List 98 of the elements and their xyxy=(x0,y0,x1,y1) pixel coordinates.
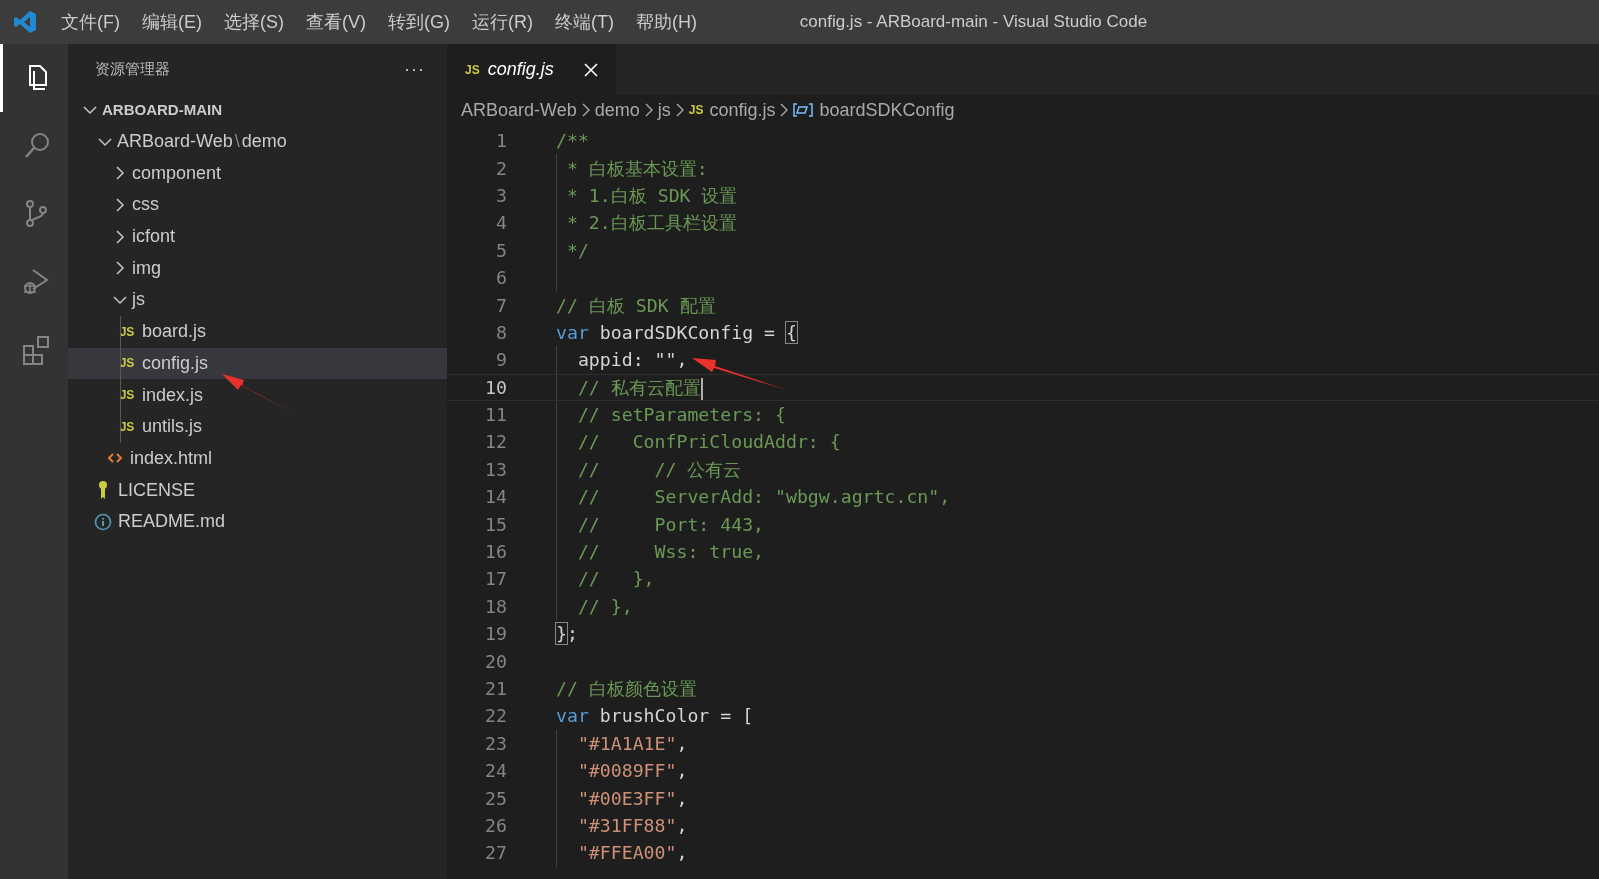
code-line: "#0089FF", xyxy=(576,760,688,782)
sidebar-title: 资源管理器 xyxy=(95,59,170,79)
code-line: "#1A1A1E", xyxy=(576,732,688,754)
code-line: // 私有云配置 xyxy=(576,375,703,400)
info-icon xyxy=(94,512,112,531)
code-line: // Port: 443, xyxy=(576,513,765,535)
menu-item[interactable]: 查看(V) xyxy=(295,10,377,34)
line-number: 6 xyxy=(495,267,507,289)
chevron-icon xyxy=(580,102,591,118)
line-number: 25 xyxy=(484,787,507,809)
line-number: 10 xyxy=(484,376,507,398)
line-number: 1 xyxy=(495,130,507,152)
menu-item[interactable]: 编辑(E) xyxy=(131,10,213,34)
menu-item[interactable]: 帮助(H) xyxy=(624,10,708,34)
menu-item[interactable]: 文件(F) xyxy=(50,10,131,34)
chevron-icon xyxy=(674,102,685,118)
key-icon xyxy=(97,480,109,501)
breadcrumb-item[interactable]: demo xyxy=(594,99,640,121)
js-file-icon: JS xyxy=(119,388,135,403)
code-line: // ServerAdd: "wbgw.agrtc.cn", xyxy=(576,486,951,508)
tree-item[interactable]: JS index.js xyxy=(68,379,447,411)
code-line: */ xyxy=(565,239,589,261)
code-line: var brushColor = [ xyxy=(556,705,754,727)
code-line: // setParameters: { xyxy=(576,404,786,426)
tree-item[interactable]: README.md xyxy=(68,505,447,538)
menu-item[interactable]: 运行(R) xyxy=(461,10,544,34)
tree-item[interactable]: ARBoard-Web\demo xyxy=(68,125,447,158)
tree-item[interactable]: JS config.js xyxy=(68,347,447,380)
tree-item[interactable]: img xyxy=(68,252,447,285)
line-number: 19 xyxy=(484,623,507,645)
tree-item[interactable]: js xyxy=(68,284,447,316)
code-line: // 白板 SDK 配置 xyxy=(556,293,716,318)
code-line: "#00E3FF", xyxy=(576,787,688,809)
code-line: // Wss: true, xyxy=(576,541,765,563)
breadcrumb-item[interactable]: ARBoard-Web xyxy=(461,99,577,121)
line-number: 21 xyxy=(484,678,507,699)
js-file-icon: JS xyxy=(688,103,704,117)
breadcrumb-item[interactable]: js xyxy=(657,99,671,121)
line-number: 15 xyxy=(484,513,507,535)
breadcrumb-item[interactable]: config.js xyxy=(709,99,776,121)
code-line: // }, xyxy=(576,595,633,617)
code-line: appid: "", xyxy=(576,349,688,371)
js-file-icon: JS xyxy=(465,62,480,77)
code-line: // }, xyxy=(576,568,655,590)
menu-item[interactable]: 选择(S) xyxy=(213,10,295,34)
line-number: 3 xyxy=(495,184,507,206)
line-number: 18 xyxy=(484,595,507,617)
breadcrumb-item[interactable]: boardSDKConfig xyxy=(819,99,955,121)
close-icon[interactable] xyxy=(583,62,598,77)
js-file-icon: JS xyxy=(119,356,135,371)
editor-tab[interactable]: JS config.js xyxy=(447,44,616,95)
js-file-icon: JS xyxy=(119,324,135,339)
line-number: 23 xyxy=(484,732,507,754)
tree-item[interactable]: JS board.js xyxy=(68,315,447,348)
code-line: var boardSDKConfig = { xyxy=(556,321,797,343)
menu-item[interactable]: 终端(T) xyxy=(544,10,625,34)
tree-item[interactable]: JS untils.js xyxy=(68,410,447,443)
line-number: 27 xyxy=(484,842,507,864)
line-number: 9 xyxy=(495,349,507,371)
line-number: 17 xyxy=(484,568,507,590)
line-number: 8 xyxy=(495,321,507,343)
chevron-icon xyxy=(779,102,790,118)
code-line: * 2.白板工具栏设置 xyxy=(565,211,737,236)
line-number: 5 xyxy=(495,239,507,261)
code-line: * 1.白板 SDK 设置 xyxy=(565,183,738,208)
tree-item[interactable]: css xyxy=(68,189,447,221)
code-line: /** xyxy=(556,130,589,152)
line-number: 4 xyxy=(495,212,507,234)
line-number: 14 xyxy=(484,486,507,508)
more-actions-button[interactable]: ··· xyxy=(404,58,425,80)
chevron-icon xyxy=(643,102,654,118)
line-number: 24 xyxy=(484,760,507,782)
line-number: 13 xyxy=(484,458,507,480)
window-title: config.js - ARBoard-main - Visual Studio Code xyxy=(798,12,1149,32)
line-number: 12 xyxy=(484,431,507,453)
line-number: 22 xyxy=(484,705,507,727)
code-line: * 白板基本设置: xyxy=(565,156,708,181)
line-number: 7 xyxy=(495,294,507,316)
vscode-logo-icon xyxy=(13,10,37,34)
code-line: "#FFEA00", xyxy=(576,842,688,864)
tree-item[interactable]: index.html xyxy=(68,442,447,475)
tree-item[interactable]: ARBOARD-MAIN xyxy=(68,94,447,126)
line-number: 16 xyxy=(484,541,507,563)
line-number: 11 xyxy=(484,404,507,426)
code-line: // 白板颜色设置 xyxy=(556,677,697,701)
line-number: 26 xyxy=(484,814,507,836)
code-line: // // 公有云 xyxy=(576,457,742,482)
tree-item[interactable]: component xyxy=(68,157,447,190)
variable-icon xyxy=(793,103,814,117)
code-line: // ConfPriCloudAddr: { xyxy=(576,431,841,453)
menu-item[interactable]: 转到(G) xyxy=(377,10,461,34)
tree-item[interactable]: icfont xyxy=(68,220,447,253)
tree-item[interactable]: LICENSE xyxy=(68,474,447,506)
code-line: "#31FF88", xyxy=(576,814,688,836)
line-number: 20 xyxy=(484,650,507,672)
js-file-icon: JS xyxy=(119,419,135,434)
line-number: 2 xyxy=(495,157,507,179)
code-line: }; xyxy=(556,623,578,645)
